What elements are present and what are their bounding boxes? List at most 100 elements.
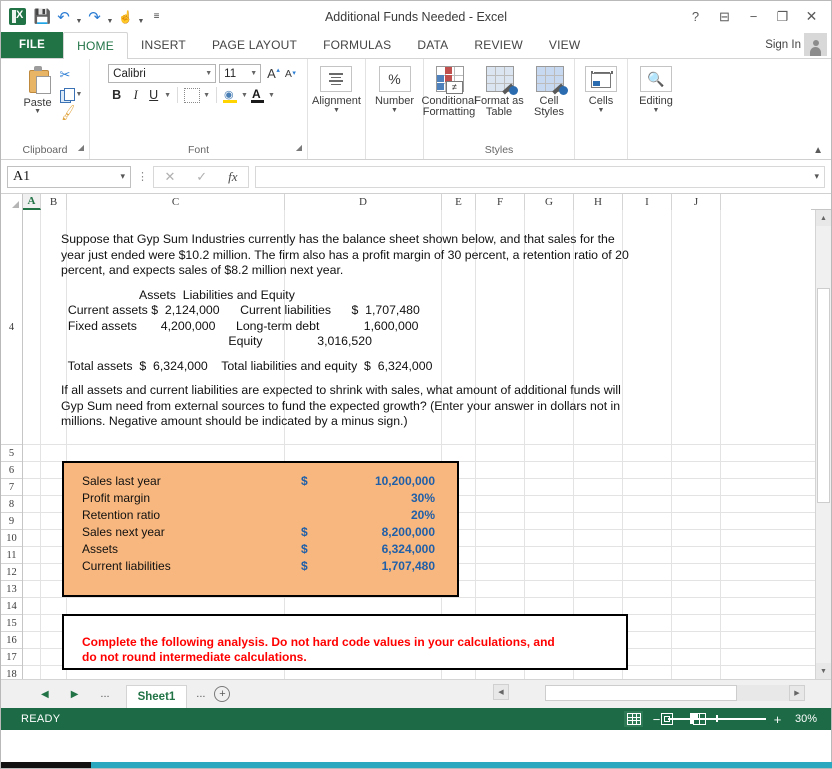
name-box[interactable]: A1 ▾ (7, 166, 131, 188)
horizontal-scroll-track[interactable] (545, 685, 737, 701)
cells-dropdown-icon[interactable]: ▼ (598, 107, 605, 114)
font-color-icon[interactable]: A (251, 88, 265, 103)
tab-file[interactable]: FILE (1, 32, 63, 58)
sheet-left-ellipsis[interactable]: ... (100, 688, 109, 700)
row-header-10[interactable]: 10 (1, 530, 22, 547)
zoom-in-button[interactable]: + (773, 712, 782, 727)
row-header-16[interactable]: 16 (1, 632, 22, 649)
font-name-input[interactable]: Calibri ▼ (108, 64, 216, 83)
help-button[interactable]: ? (682, 4, 709, 30)
column-header-c[interactable]: C (67, 194, 285, 210)
cancel-icon[interactable]: ✕ (164, 169, 175, 185)
sign-in-link[interactable]: Sign In (765, 32, 801, 58)
horizontal-scroll-left-button[interactable]: ◀ (493, 684, 509, 700)
sheet-right-ellipsis[interactable]: ... (196, 688, 205, 700)
column-header-i[interactable]: I (623, 194, 672, 210)
expand-formula-bar-icon[interactable]: ▾ (814, 171, 819, 182)
row-header-14[interactable]: 14 (1, 598, 22, 615)
number-dropdown-icon[interactable]: ▼ (391, 107, 398, 114)
cell-area[interactable]: Suppose that Gyp Sum Industries currentl… (23, 210, 831, 679)
vertical-scrollbar[interactable]: ▲ ▼ (815, 210, 831, 679)
tab-home[interactable]: HOME (63, 32, 128, 59)
bold-button[interactable]: B (108, 88, 125, 102)
decrease-font-size-button[interactable]: A▾ (282, 68, 295, 80)
add-sheet-icon[interactable]: + (214, 686, 230, 702)
minimize-icon[interactable]: − (740, 4, 767, 30)
tab-formulas[interactable]: FORMULAS (310, 32, 404, 58)
zoom-out-button[interactable]: − (652, 712, 661, 727)
select-all-button[interactable] (1, 194, 23, 210)
previous-sheet-icon[interactable]: ◀ (41, 689, 49, 700)
paste-button[interactable]: Paste ▼ (16, 64, 60, 121)
cell-styles-button[interactable]: Cell Styles (524, 66, 574, 118)
conditional-formatting-button[interactable]: ≠ Conditional Formatting (424, 66, 474, 118)
borders-icon[interactable] (184, 88, 200, 103)
format-as-table-button[interactable]: Format as Table (474, 66, 524, 118)
cells-button[interactable] (585, 66, 617, 92)
close-icon[interactable]: ✕ (798, 4, 825, 30)
fill-color-dropdown-icon[interactable]: ▼ (241, 92, 248, 99)
font-size-dropdown-icon[interactable]: ▼ (250, 70, 260, 77)
copy-button[interactable]: ▼ (60, 86, 83, 102)
copy-dropdown-icon[interactable]: ▼ (76, 91, 83, 98)
name-box-dropdown-icon[interactable]: ▾ (120, 171, 125, 182)
fill-color-icon[interactable]: ◉ (223, 88, 238, 103)
borders-dropdown-icon[interactable]: ▼ (203, 92, 210, 99)
column-header-a[interactable]: A (23, 194, 41, 210)
restore-icon[interactable]: ❐ (769, 4, 796, 30)
enter-icon[interactable]: ✓ (196, 169, 207, 185)
ribbon-options-icon[interactable]: ⊟ (711, 4, 738, 30)
undo-icon[interactable]: ↶ (54, 6, 73, 27)
row-header-6[interactable]: 6 (1, 462, 22, 479)
zoom-slider-thumb[interactable] (690, 713, 694, 724)
insert-function-icon[interactable]: fx (228, 169, 237, 185)
row-header-5[interactable]: 5 (1, 445, 22, 462)
scroll-down-button[interactable]: ▼ (816, 663, 831, 679)
row-header-15[interactable]: 15 (1, 615, 22, 632)
tab-page-layout[interactable]: PAGE LAYOUT (199, 32, 310, 58)
number-format-button[interactable]: % (379, 66, 411, 92)
column-header-b[interactable]: B (41, 194, 67, 210)
column-header-j[interactable]: J (672, 194, 721, 210)
row-header-9[interactable]: 9 (1, 513, 22, 530)
vertical-scroll-thumb[interactable] (817, 288, 830, 503)
row-header-11[interactable]: 11 (1, 547, 22, 564)
italic-button[interactable]: I (128, 88, 143, 103)
row-header-13[interactable]: 13 (1, 581, 22, 598)
column-header-g[interactable]: G (525, 194, 574, 210)
row-header-17[interactable]: 17 (1, 649, 22, 666)
formula-input[interactable]: ▾ (255, 166, 825, 188)
row-header-4[interactable]: 4 (1, 210, 22, 445)
scroll-up-button[interactable]: ▲ (816, 210, 831, 226)
font-name-dropdown-icon[interactable]: ▼ (205, 70, 215, 77)
tab-review[interactable]: REVIEW (461, 32, 536, 58)
next-sheet-icon[interactable]: ▶ (71, 689, 79, 700)
account-avatar-icon[interactable] (804, 33, 827, 56)
tab-view[interactable]: VIEW (536, 32, 593, 58)
tab-insert[interactable]: INSERT (128, 32, 199, 58)
font-dialog-launcher-icon[interactable]: ◢ (296, 139, 302, 156)
editing-button[interactable]: 🔍 (640, 66, 672, 92)
cut-button[interactable]: ✂ (60, 67, 83, 83)
font-size-input[interactable]: 11 ▼ (219, 64, 261, 83)
format-painter-button[interactable]: 🖌 (60, 105, 83, 121)
redo-icon[interactable]: ↷ (85, 6, 104, 27)
row-header-18[interactable]: 18 (1, 666, 22, 679)
editing-dropdown-icon[interactable]: ▼ (653, 107, 660, 114)
clipboard-dialog-launcher-icon[interactable]: ◢ (78, 139, 84, 156)
column-header-e[interactable]: E (442, 194, 476, 210)
tab-data[interactable]: DATA (404, 32, 461, 58)
row-header-7[interactable]: 7 (1, 479, 22, 496)
font-color-dropdown-icon[interactable]: ▼ (268, 92, 275, 99)
row-header-12[interactable]: 12 (1, 564, 22, 581)
touch-mode-icon[interactable]: ☝ (116, 6, 135, 27)
horizontal-scroll-right-button[interactable]: ▶ (789, 685, 805, 701)
customize-qat-icon[interactable]: ≡ (147, 6, 166, 27)
redo-dropdown-icon[interactable]: ▼ (106, 4, 114, 29)
underline-dropdown-icon[interactable]: ▼ (164, 92, 171, 99)
column-header-d[interactable]: D (285, 194, 442, 210)
underline-button[interactable]: U (146, 88, 161, 102)
collapse-ribbon-icon[interactable]: ▲ (813, 145, 823, 156)
zoom-slider[interactable] (668, 718, 766, 720)
paste-dropdown-icon[interactable]: ▼ (34, 109, 41, 115)
